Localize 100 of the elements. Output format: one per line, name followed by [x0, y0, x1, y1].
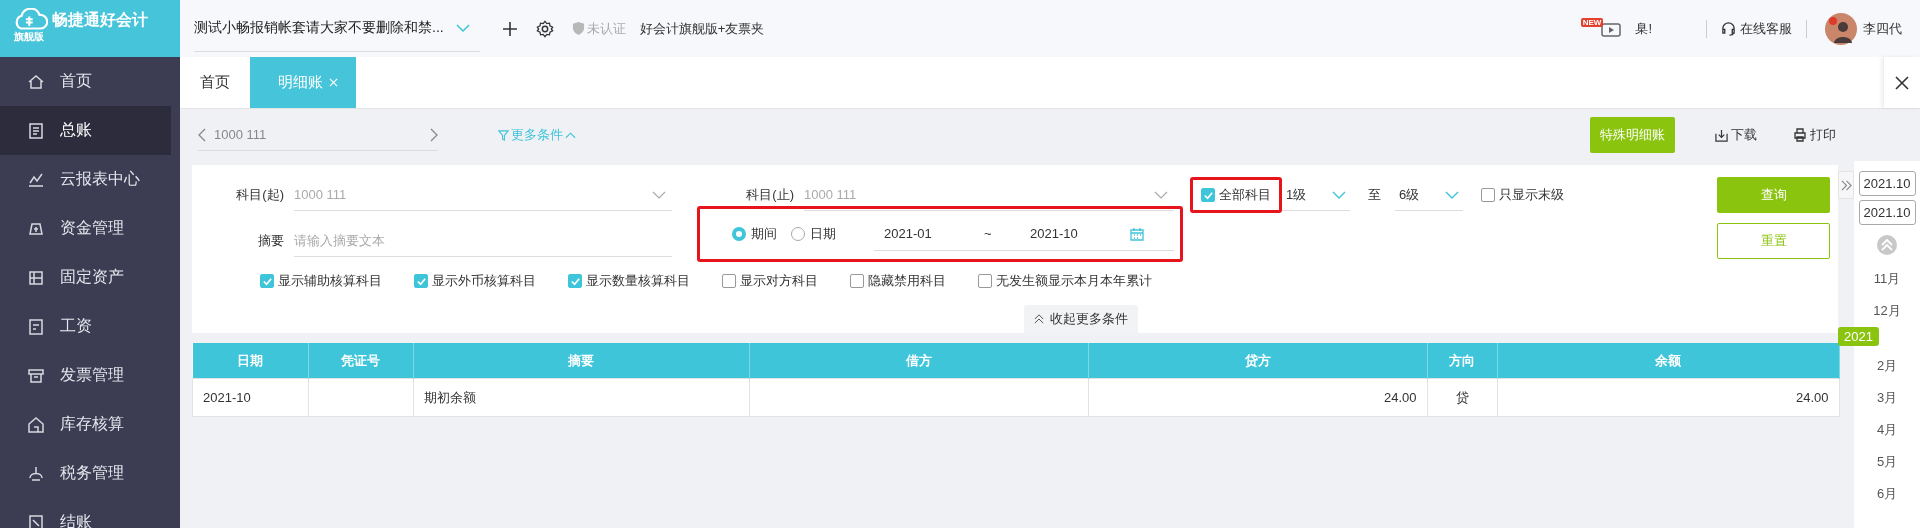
filter-icon — [498, 129, 509, 141]
radio-option[interactable]: 期间 — [732, 225, 777, 243]
level-from-select[interactable]: 1级 — [1282, 179, 1350, 211]
year-badge: 2021 — [1838, 327, 1879, 346]
collapse-filters-button[interactable]: 收起更多条件 — [1024, 305, 1138, 333]
checkbox[interactable] — [978, 274, 992, 288]
column-header: 贷方 — [1088, 343, 1427, 379]
product-name: 好会计旗舰版+友票夹 — [639, 19, 765, 38]
checkbox[interactable] — [1481, 188, 1495, 202]
tab[interactable]: 首页 — [180, 57, 250, 108]
checkbox[interactable] — [568, 274, 582, 288]
option-checkbox[interactable]: 显示辅助核算科目 — [260, 272, 382, 290]
table-cell: 期初余额 — [413, 378, 749, 417]
month-item[interactable]: 5月 — [1876, 446, 1898, 478]
headset-icon — [1721, 21, 1736, 36]
table-cell: 贷 — [1427, 378, 1497, 417]
menu-item-icon — [26, 120, 46, 141]
scroll-up-icon[interactable] — [1877, 235, 1897, 255]
sidebar-item[interactable]: 首页 — [0, 57, 180, 106]
checkbox[interactable] — [722, 274, 736, 288]
double-chevron-up-icon — [1034, 314, 1044, 324]
shield-icon — [571, 21, 585, 36]
column-header: 日期 — [192, 343, 308, 379]
month-item[interactable]: 12月 — [1873, 295, 1901, 327]
column-header: 凭证号 — [308, 343, 413, 379]
chevron-down-icon — [1154, 190, 1168, 199]
sidebar-item[interactable]: 资金管理 — [0, 204, 180, 253]
table-cell: 2021-10 — [192, 378, 308, 417]
leaf-only-checkbox[interactable]: 只显示末级 — [1481, 186, 1564, 204]
range-separator: 至 — [1368, 186, 1381, 204]
menu-item-icon — [26, 512, 46, 528]
checkbox[interactable] — [850, 274, 864, 288]
option-checkbox[interactable]: 无发生额显示本月本年累计 — [978, 272, 1152, 290]
video-icon[interactable] — [1601, 20, 1622, 37]
month-item[interactable]: 6月 — [1876, 478, 1898, 510]
calendar-icon — [1130, 226, 1144, 241]
download-button[interactable]: 下载 — [1709, 125, 1763, 145]
plus-icon[interactable] — [501, 20, 518, 37]
chevron-down-icon — [1332, 190, 1346, 199]
sidebar-item[interactable]: 库存核算 — [0, 400, 180, 449]
settings-icon[interactable] — [535, 19, 554, 38]
chevron-down-icon — [1445, 190, 1459, 199]
chevron-down-icon — [455, 24, 470, 32]
certification-status: 未认证 — [586, 19, 626, 38]
printer-icon — [1793, 128, 1807, 142]
date-range-field[interactable]: 2021-01 ~ 2021-10 — [874, 217, 1174, 251]
sidebar-item[interactable]: 云报表中心 — [0, 155, 180, 204]
checkbox[interactable] — [260, 274, 274, 288]
table-cell: 24.00 — [1497, 378, 1839, 417]
chevron-up-icon — [565, 131, 576, 139]
period-range-label[interactable]: 2021.10 — [1858, 200, 1916, 225]
double-chevron-right-icon — [1840, 179, 1852, 191]
column-header: 摘要 — [413, 343, 749, 379]
month-item[interactable]: 11月 — [1873, 263, 1901, 295]
field-label: 科目(起) — [235, 186, 285, 204]
radio-button[interactable] — [791, 227, 805, 241]
checkbox[interactable] — [414, 274, 428, 288]
new-badge: NEW — [1580, 18, 1604, 27]
column-header: 借方 — [749, 343, 1088, 379]
edition-label: 旗舰版 — [14, 30, 44, 44]
expand-button[interactable] — [1838, 171, 1854, 199]
previous-icon[interactable] — [198, 127, 206, 142]
radio-button[interactable] — [732, 227, 746, 241]
month-item[interactable]: 2月 — [1876, 350, 1898, 382]
option-checkbox[interactable]: 隐藏禁用科目 — [850, 272, 946, 290]
period-range-label[interactable]: 2021.10 — [1858, 171, 1916, 196]
radio-option[interactable]: 日期 — [791, 225, 836, 243]
menu-item-icon — [26, 414, 46, 435]
month-item[interactable]: 3月 — [1876, 382, 1898, 414]
logo-text: 畅捷通好会计 — [52, 9, 148, 30]
print-button[interactable]: 打印 — [1787, 125, 1842, 145]
sidebar-item[interactable]: 总账 — [0, 106, 171, 155]
all-subjects-checkbox[interactable]: 全部科目 — [1201, 186, 1271, 204]
sidebar-item[interactable]: 工资 — [0, 302, 180, 351]
user-name: 李四代 — [1863, 19, 1902, 38]
menu-item-icon — [26, 316, 46, 337]
account-code: 1000 111 — [214, 127, 268, 142]
column-header: 方向 — [1427, 343, 1497, 379]
close-icon[interactable] — [329, 78, 338, 87]
option-checkbox[interactable]: 显示外币核算科目 — [414, 272, 536, 290]
option-checkbox[interactable]: 显示对方科目 — [722, 272, 818, 290]
field-label: 摘要 — [257, 232, 285, 250]
sidebar-item[interactable]: 固定资产 — [0, 253, 180, 302]
chevron-down-icon — [652, 190, 666, 199]
sidebar-item[interactable]: 税务管理 — [0, 449, 180, 498]
notice-text[interactable]: 臬! — [1635, 19, 1652, 38]
option-checkbox[interactable]: 显示数量核算科目 — [568, 272, 690, 290]
field-label: 科目(止) — [745, 186, 795, 204]
column-header: 余额 — [1497, 343, 1839, 379]
next-icon[interactable] — [430, 127, 438, 142]
avatar[interactable] — [1825, 12, 1857, 45]
sidebar-item[interactable]: 发票管理 — [0, 351, 180, 400]
cloud-icon — [14, 8, 48, 32]
table-cell: 24.00 — [1088, 378, 1427, 417]
close-icon — [1895, 75, 1909, 90]
support-link[interactable]: 在线客服 — [1721, 19, 1792, 38]
checkbox[interactable] — [1201, 188, 1215, 202]
level-to-select[interactable]: 6级 — [1395, 179, 1463, 211]
account-selector[interactable]: 测试小畅报销帐套请大家不要删除和禁... — [194, 5, 480, 52]
month-item[interactable]: 4月 — [1876, 414, 1898, 446]
